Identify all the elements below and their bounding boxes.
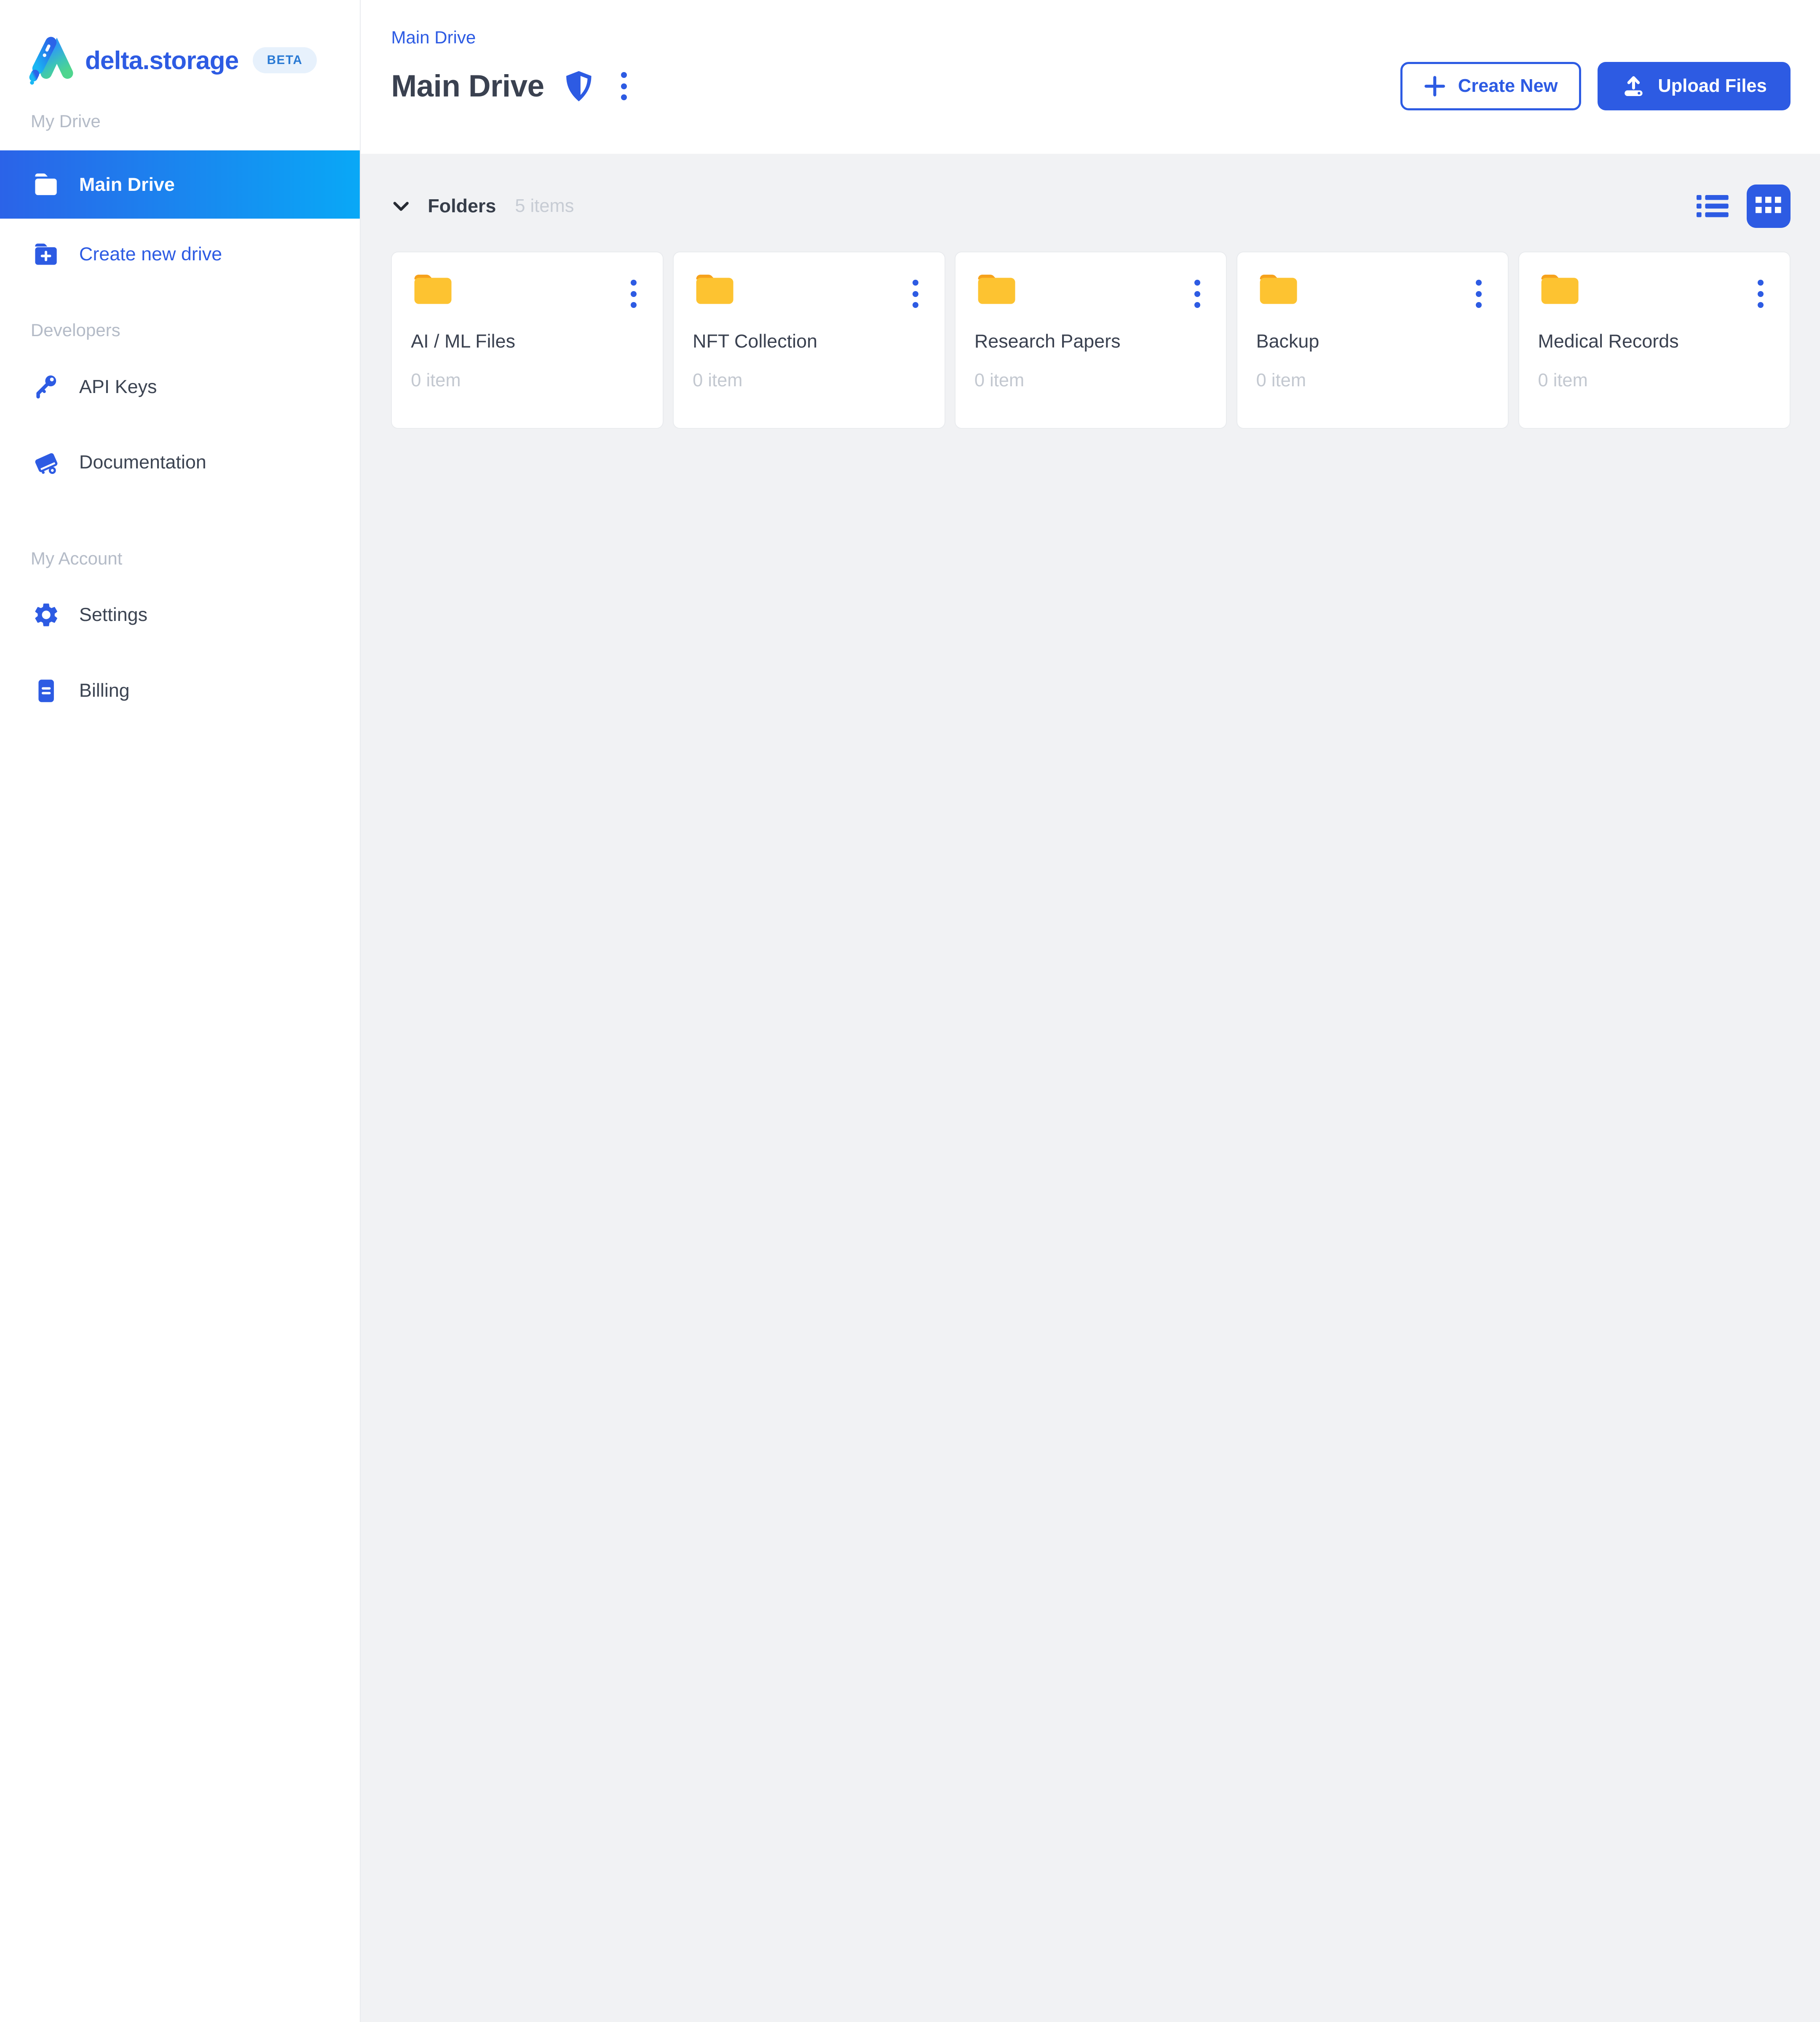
folder-options-kebab-icon[interactable] xyxy=(1469,273,1489,315)
sidebar-item-main-drive[interactable]: Main Drive xyxy=(0,150,360,219)
folder-card-ai-ml-files[interactable]: AI / ML Files 0 item xyxy=(391,251,664,429)
folder-icon xyxy=(31,169,62,200)
list-view-button[interactable] xyxy=(1692,186,1732,226)
folder-name: AI / ML Files xyxy=(411,330,516,352)
sidebar-item-label: Billing xyxy=(79,679,130,701)
folder-name: NFT Collection xyxy=(693,330,818,352)
folder-name: Medical Records xyxy=(1538,330,1679,352)
sidebar-item-label: Main Drive xyxy=(79,173,175,195)
folder-card-backup[interactable]: Backup 0 item xyxy=(1236,251,1509,429)
book-icon xyxy=(31,447,62,478)
main-panel: Main Drive Main Drive Create New Upload … xyxy=(360,0,1820,2022)
folders-section-title: Folders xyxy=(428,195,496,217)
folder-options-kebab-icon[interactable] xyxy=(1750,273,1771,315)
create-new-button[interactable]: Create New xyxy=(1400,62,1582,111)
sidebar-item-api-keys[interactable]: API Keys xyxy=(0,357,360,416)
folder-item-count: 0 item xyxy=(693,370,743,390)
page-title: Main Drive xyxy=(391,69,544,104)
sidebar-item-documentation[interactable]: Documentation xyxy=(0,433,360,492)
delta-storage-logo-icon xyxy=(29,37,73,85)
sidebar: delta.storage BETA My Drive Main Drive C… xyxy=(0,0,361,2022)
list-view-icon xyxy=(1696,195,1729,217)
folder-card-medical-records[interactable]: Medical Records 0 item xyxy=(1518,251,1791,429)
beta-badge: BETA xyxy=(252,47,317,74)
folder-name: Backup xyxy=(1256,330,1320,352)
folder-icon xyxy=(1260,274,1297,304)
view-toggles xyxy=(1692,184,1791,228)
folder-options-kebab-icon[interactable] xyxy=(905,273,926,315)
grid-view-icon xyxy=(1756,197,1781,213)
folder-item-count: 0 item xyxy=(1538,370,1588,390)
sidebar-item-label: Settings xyxy=(79,604,148,626)
key-icon xyxy=(31,371,62,402)
folder-item-count: 0 item xyxy=(411,370,461,390)
folder-item-count: 0 item xyxy=(1256,370,1306,390)
brand-logo[interactable]: delta.storage BETA xyxy=(0,0,360,85)
folder-icon xyxy=(978,274,1015,304)
folder-item-count: 0 item xyxy=(974,370,1025,390)
chevron-down-icon xyxy=(393,201,409,211)
section-label-my-account: My Account xyxy=(30,548,123,569)
sidebar-item-create-new-drive[interactable]: Create new drive xyxy=(0,226,360,283)
app-window: delta.storage BETA My Drive Main Drive C… xyxy=(0,0,1820,2022)
sidebar-item-settings[interactable]: Settings xyxy=(0,585,360,644)
brand-name: delta.storage xyxy=(85,46,239,75)
folders-count: 5 items xyxy=(515,195,574,216)
receipt-icon xyxy=(31,675,62,706)
folder-icon xyxy=(696,274,733,304)
folder-icon xyxy=(414,274,452,304)
folder-options-kebab-icon[interactable] xyxy=(1187,273,1207,315)
gear-icon xyxy=(31,599,62,630)
upload-icon xyxy=(1625,76,1643,96)
folders-header: Folders 5 items xyxy=(391,184,1791,228)
folder-card-research-papers[interactable]: Research Papers 0 item xyxy=(955,251,1227,429)
section-label-developers: Developers xyxy=(30,320,120,340)
folder-options-kebab-icon[interactable] xyxy=(624,273,644,315)
folders-collapse-toggle[interactable]: Folders 5 items xyxy=(391,195,574,217)
sidebar-item-label: API Keys xyxy=(79,375,157,397)
drive-options-kebab-icon[interactable] xyxy=(614,65,634,107)
main-header: Main Drive Main Drive Create New Upload … xyxy=(360,0,1820,154)
folder-plus-icon xyxy=(31,239,62,270)
folder-name: Research Papers xyxy=(974,330,1121,352)
folder-card-nft-collection[interactable]: NFT Collection 0 item xyxy=(673,251,945,429)
sidebar-item-label: Create new drive xyxy=(79,243,222,265)
section-label-my-drive: My Drive xyxy=(30,111,101,131)
shield-icon xyxy=(566,71,592,102)
folder-cards-row: AI / ML Files 0 item NFT Collection 0 it… xyxy=(391,251,1791,429)
upload-files-button[interactable]: Upload Files xyxy=(1598,62,1791,111)
sidebar-item-billing[interactable]: Billing xyxy=(0,661,360,720)
sidebar-item-label: Documentation xyxy=(79,451,206,473)
folder-icon xyxy=(1542,274,1579,304)
breadcrumb[interactable]: Main Drive xyxy=(391,27,476,48)
drive-content: Folders 5 items AI / ML Files 0 item NFT… xyxy=(360,153,1820,2022)
plus-icon xyxy=(1424,76,1445,97)
grid-view-button[interactable] xyxy=(1747,184,1791,228)
